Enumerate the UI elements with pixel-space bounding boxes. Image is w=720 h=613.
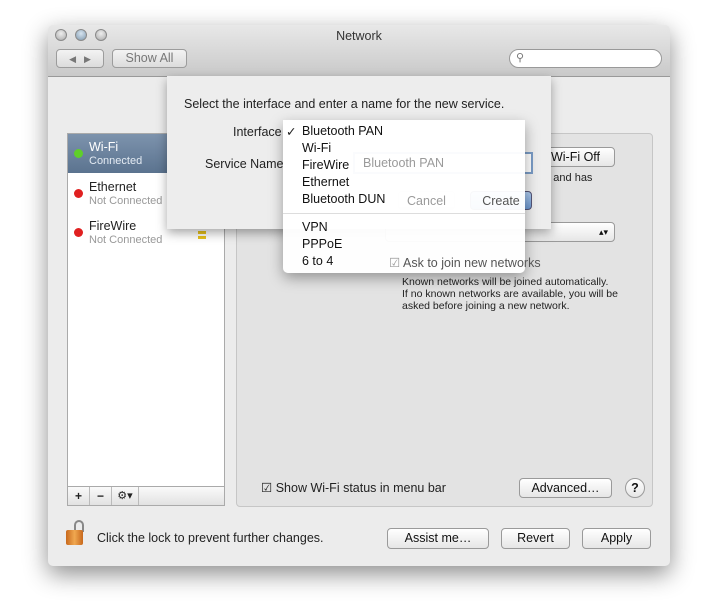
ask-desc-line: asked before joining a new network. xyxy=(402,300,570,312)
lock-icon[interactable] xyxy=(66,520,88,546)
menu-item-ethernet[interactable]: Ethernet xyxy=(302,175,349,189)
checkbox-icon[interactable]: ☑ xyxy=(261,481,272,495)
menu-item-bluetooth-pan[interactable]: Bluetooth PAN xyxy=(302,124,383,138)
search-input[interactable]: ⚲ xyxy=(509,49,662,68)
service-status: Not Connected xyxy=(89,195,163,207)
apply-button[interactable]: Apply xyxy=(582,528,651,549)
ask-desc-line: Known networks will be joined automatica… xyxy=(402,276,609,288)
service-name: Wi-Fi xyxy=(89,140,119,154)
show-status-checkbox[interactable]: ☑ Show Wi-Fi status in menu bar xyxy=(261,480,446,495)
menu-item-vpn[interactable]: VPN xyxy=(302,220,328,234)
menu-separator xyxy=(283,213,525,214)
show-all-button[interactable]: Show All xyxy=(112,49,187,68)
revert-button[interactable]: Revert xyxy=(501,528,570,549)
sheet-prompt: Select the interface and enter a name fo… xyxy=(184,97,505,111)
ask-desc-line: If no known networks are available, you … xyxy=(402,288,618,300)
window-title: Network xyxy=(336,29,382,43)
ask-to-join-checkbox[interactable]: ☑ Ask to join new networks xyxy=(389,255,541,270)
checkbox-icon[interactable]: ☑ xyxy=(389,256,400,270)
menu-item-bluetooth-dun[interactable]: Bluetooth DUN xyxy=(302,192,385,206)
service-status: Not Connected xyxy=(89,234,163,246)
back-forward-control[interactable]: ◀ ▶ xyxy=(56,49,104,68)
checkmark-icon: ✓ xyxy=(286,125,297,139)
menu-item-pppoe[interactable]: PPPoE xyxy=(302,237,342,251)
add-service-button[interactable]: + xyxy=(68,487,90,505)
ask-to-join-label: Ask to join new networks xyxy=(403,256,541,270)
menu-item-wifi[interactable]: Wi-Fi xyxy=(302,141,331,155)
service-name: FireWire xyxy=(89,219,137,233)
service-name-value[interactable]: Bluetooth PAN xyxy=(363,156,444,170)
assist-me-button[interactable]: Assist me… xyxy=(387,528,489,549)
service-name: Ethernet xyxy=(89,180,137,194)
search-icon: ⚲ xyxy=(516,52,525,64)
list-controls: + − ⚙▾ xyxy=(67,487,225,506)
cancel-label[interactable]: Cancel xyxy=(407,194,446,208)
service-name-label: Service Name xyxy=(205,157,284,171)
status-dot-green xyxy=(74,149,83,158)
show-status-label: Show Wi-Fi status in menu bar xyxy=(275,481,446,495)
remove-service-button[interactable]: − xyxy=(90,487,112,505)
toolbar: Network ◀ ▶ Show All ⚲ xyxy=(48,25,670,77)
status-dot-red xyxy=(74,189,83,198)
forward-icon[interactable]: ▶ xyxy=(84,54,91,64)
advanced-button[interactable]: Advanced… xyxy=(519,478,612,498)
service-status: Connected xyxy=(89,155,143,167)
lock-text: Click the lock to prevent further change… xyxy=(97,531,324,545)
ask-description: Known networks will be joined automatica… xyxy=(402,276,618,312)
menu-item-firewire[interactable]: FireWire xyxy=(302,158,349,172)
menu-item-6to4[interactable]: 6 to 4 xyxy=(302,254,333,268)
gear-menu-button[interactable]: ⚙▾ xyxy=(112,487,139,505)
back-icon[interactable]: ◀ xyxy=(69,54,76,64)
status-dot-red xyxy=(74,228,83,237)
create-label[interactable]: Create xyxy=(482,194,520,208)
help-button[interactable]: ? xyxy=(625,478,645,498)
interface-label: Interface xyxy=(233,125,282,139)
